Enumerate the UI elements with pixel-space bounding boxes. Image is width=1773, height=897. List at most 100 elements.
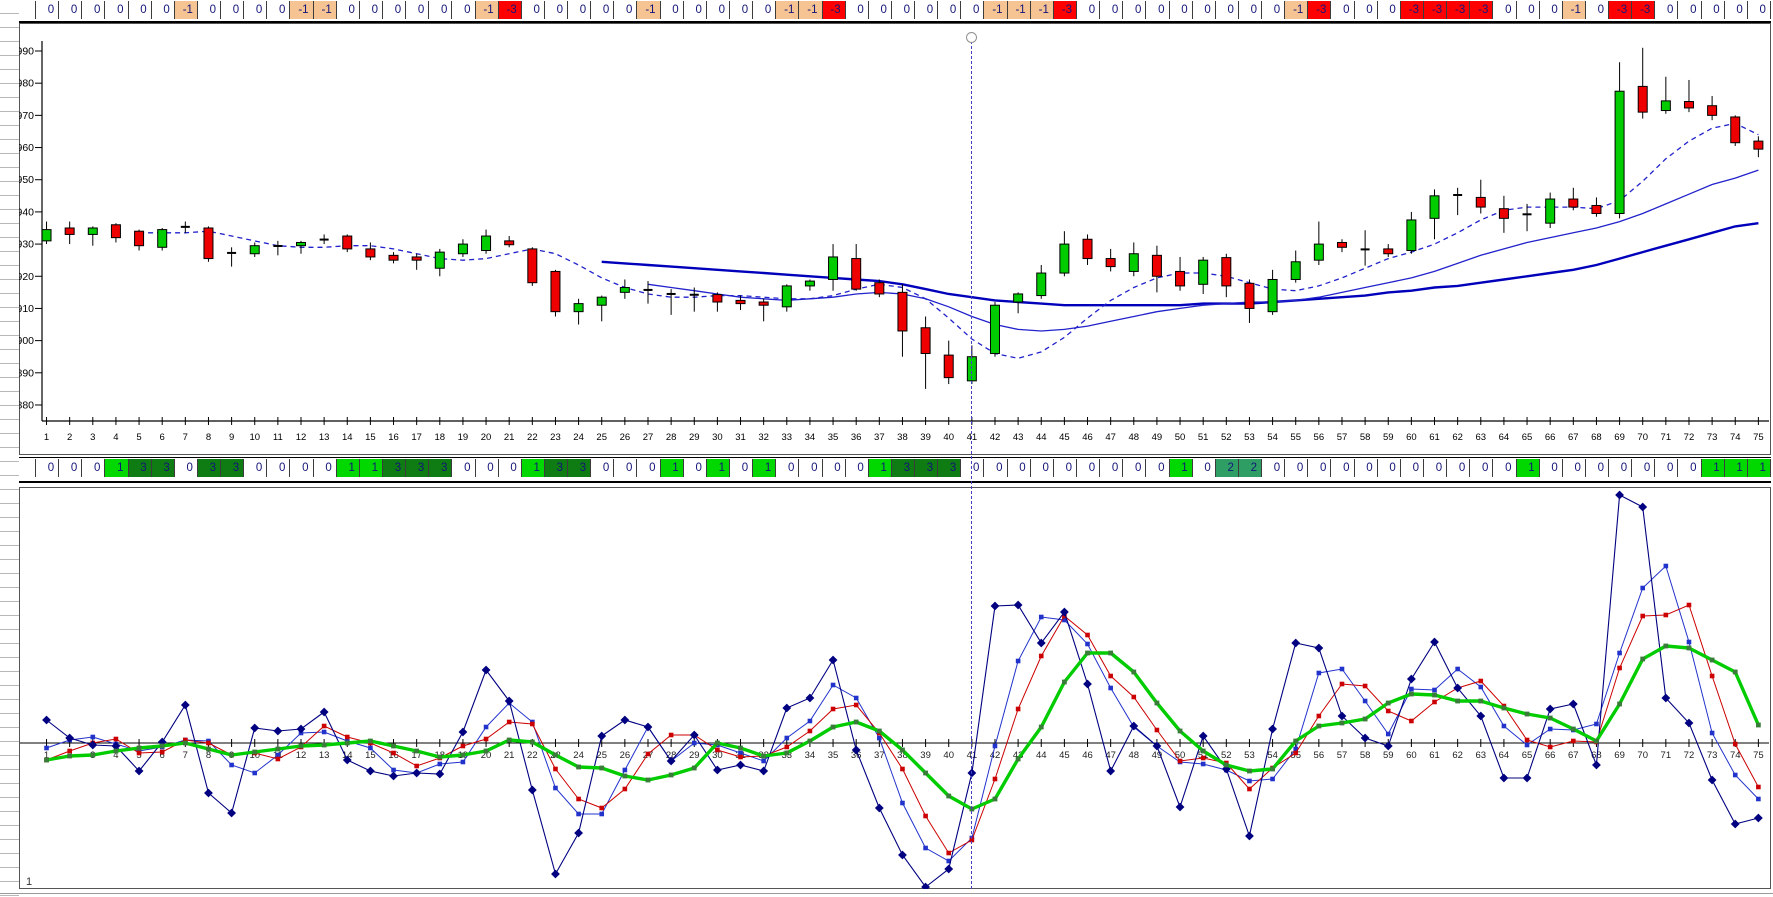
strip-cell[interactable]: 0 xyxy=(1238,1,1261,19)
strip-cell[interactable]: 1 xyxy=(336,459,359,477)
strip-cell[interactable]: 0 xyxy=(128,1,151,19)
strip-cell[interactable]: 1 xyxy=(1516,459,1539,477)
strip-cell[interactable]: 0 xyxy=(289,459,312,477)
strip-cell[interactable]: -3 xyxy=(1053,1,1076,19)
strip-cell[interactable]: 1 xyxy=(660,459,683,477)
strip-cell[interactable]: 0 xyxy=(359,1,382,19)
strip-cell[interactable]: 0 xyxy=(914,1,937,19)
strip-cell[interactable]: 0 xyxy=(567,1,590,19)
strip-cell[interactable]: 0 xyxy=(1585,1,1608,19)
strip-cell[interactable]: 1 xyxy=(752,459,775,477)
strip-cell[interactable]: 0 xyxy=(451,459,474,477)
strip-cell[interactable]: -1 xyxy=(475,1,498,19)
strip-cell[interactable]: 0 xyxy=(1492,1,1515,19)
strip-cell[interactable]: 0 xyxy=(1053,459,1076,477)
strip-cell[interactable]: 0 xyxy=(1516,1,1539,19)
strip-cell[interactable]: 0 xyxy=(1145,1,1168,19)
strip-cell[interactable]: 0 xyxy=(729,459,752,477)
strip-cell[interactable]: -1 xyxy=(313,1,336,19)
strip-cell[interactable]: 3 xyxy=(151,459,174,477)
strip-cell[interactable]: 3 xyxy=(382,459,405,477)
strip-cell[interactable]: 0 xyxy=(1562,459,1585,477)
strip-cell[interactable]: 0 xyxy=(197,1,220,19)
strip-cell[interactable]: 0 xyxy=(1215,1,1238,19)
strip-cell[interactable]: 0 xyxy=(58,1,81,19)
strip-cell[interactable]: 0 xyxy=(313,459,336,477)
strip-cell[interactable]: 0 xyxy=(475,459,498,477)
strip-cell[interactable]: 0 xyxy=(266,1,289,19)
strip-cell[interactable]: 0 xyxy=(451,1,474,19)
strip-cell[interactable]: 0 xyxy=(405,1,428,19)
strip-cell[interactable]: 0 xyxy=(752,1,775,19)
strip-cell[interactable]: 0 xyxy=(1400,459,1423,477)
strip-cell[interactable]: -3 xyxy=(1469,1,1492,19)
strip-cell[interactable]: 0 xyxy=(1169,1,1192,19)
strip-cell[interactable]: -3 xyxy=(1631,1,1654,19)
strip-cell[interactable]: -1 xyxy=(174,1,197,19)
strip-cell[interactable]: -1 xyxy=(1284,1,1307,19)
strip-cell[interactable]: -3 xyxy=(1446,1,1469,19)
price-panel[interactable]: 6880689069006910692069306940695069606970… xyxy=(19,23,1771,455)
strip-cell[interactable]: 0 xyxy=(1469,459,1492,477)
strip-cell[interactable]: 0 xyxy=(660,1,683,19)
strip-cell[interactable]: 0 xyxy=(174,459,197,477)
strip-cell[interactable]: 0 xyxy=(243,459,266,477)
strip-cell[interactable]: 3 xyxy=(544,459,567,477)
strip-cell[interactable]: 0 xyxy=(81,1,104,19)
strip-cell[interactable]: 1 xyxy=(706,459,729,477)
strip-cell[interactable]: 0 xyxy=(1701,1,1724,19)
strip-cell[interactable]: 0 xyxy=(1677,1,1700,19)
strip-cell[interactable]: 0 xyxy=(1076,459,1099,477)
strip-cell[interactable]: -3 xyxy=(1307,1,1330,19)
strip-cell[interactable]: 0 xyxy=(1307,459,1330,477)
strip-cell[interactable]: 0 xyxy=(1284,459,1307,477)
strip-cell[interactable]: -3 xyxy=(822,1,845,19)
strip-cell[interactable]: 0 xyxy=(1354,1,1377,19)
strip-cell[interactable]: -1 xyxy=(289,1,312,19)
strip-cell[interactable]: 0 xyxy=(706,1,729,19)
strip-cell[interactable]: 0 xyxy=(1330,459,1353,477)
strip-cell[interactable]: 1 xyxy=(521,459,544,477)
strip-cell[interactable]: 0 xyxy=(81,459,104,477)
candlestick-chart[interactable]: 6880689069006910692069306940695069606970… xyxy=(19,23,1771,455)
strip-cell[interactable]: 0 xyxy=(1099,459,1122,477)
strip-cell[interactable]: 0 xyxy=(1007,459,1030,477)
strip-cell[interactable]: 0 xyxy=(35,459,58,477)
strip-cell[interactable]: 3 xyxy=(405,459,428,477)
strip-cell[interactable]: 0 xyxy=(1608,459,1631,477)
strip-cell[interactable]: 0 xyxy=(1677,459,1700,477)
strip-cell[interactable]: 0 xyxy=(590,1,613,19)
strip-cell[interactable]: 0 xyxy=(1030,459,1053,477)
strip-cell[interactable]: 1 xyxy=(1701,459,1724,477)
strip-cell[interactable]: 3 xyxy=(428,459,451,477)
strip-cell[interactable]: 0 xyxy=(1446,459,1469,477)
crosshair-cursor-line[interactable] xyxy=(971,41,972,889)
strip-cell[interactable]: 0 xyxy=(960,1,983,19)
strip-cell[interactable]: 3 xyxy=(128,459,151,477)
strip-cell[interactable]: 0 xyxy=(891,1,914,19)
strip-cell[interactable]: 0 xyxy=(382,1,405,19)
strip-cell[interactable]: 0 xyxy=(35,1,58,19)
strip-cell[interactable]: 0 xyxy=(1539,1,1562,19)
strip-cell[interactable]: 0 xyxy=(1122,459,1145,477)
strip-cell[interactable]: -3 xyxy=(1400,1,1423,19)
strip-cell[interactable]: 0 xyxy=(1145,459,1168,477)
strip-cell[interactable]: 0 xyxy=(1192,1,1215,19)
strip-cell[interactable]: 0 xyxy=(1724,1,1747,19)
strip-cell[interactable]: 0 xyxy=(243,1,266,19)
strip-cell[interactable]: 0 xyxy=(845,1,868,19)
strip-cell[interactable]: 0 xyxy=(613,1,636,19)
strip-cell[interactable]: 3 xyxy=(567,459,590,477)
strip-cell[interactable]: 0 xyxy=(1492,459,1515,477)
oscillator-panel[interactable]: 1234567891011121314151617181920212223242… xyxy=(19,487,1771,889)
strip-cell[interactable]: 0 xyxy=(1654,459,1677,477)
strip-cell[interactable]: -1 xyxy=(983,1,1006,19)
strip-cell[interactable]: 0 xyxy=(683,1,706,19)
strip-cell[interactable]: 0 xyxy=(1076,1,1099,19)
strip-cell[interactable]: 1 xyxy=(1724,459,1747,477)
strip-cell[interactable]: 0 xyxy=(1585,459,1608,477)
strip-cell[interactable]: 0 xyxy=(266,459,289,477)
strip-cell[interactable]: 0 xyxy=(636,459,659,477)
strip-cell[interactable]: 0 xyxy=(498,459,521,477)
strip-cell[interactable]: 1 xyxy=(104,459,127,477)
